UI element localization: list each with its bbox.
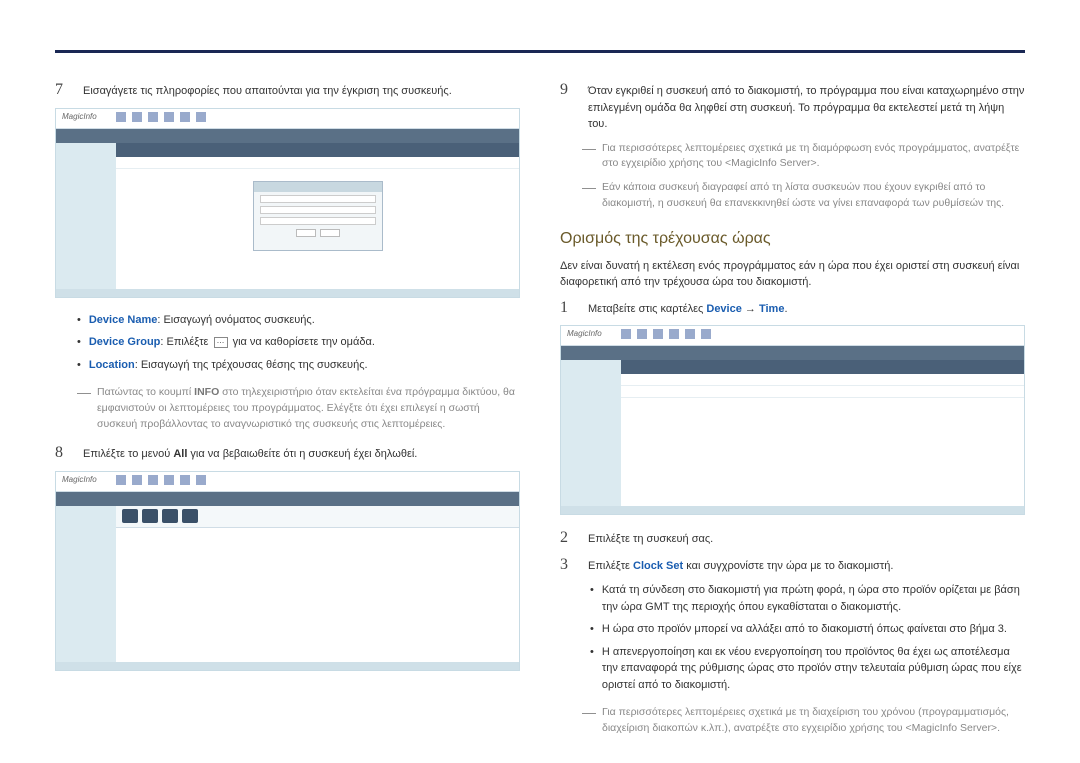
right-column: 9 Όταν εγκριθεί η συσκευή από το διακομι…: [560, 81, 1025, 749]
step1-link-device: Device: [706, 303, 741, 315]
step-number: 7: [55, 81, 73, 100]
screenshot-device-list: MagicInfo: [55, 471, 520, 671]
step8-post: για να βεβαιωθείτε ότι η συσκευή έχει δη…: [187, 448, 417, 460]
step1-arrow: →: [742, 303, 759, 315]
sub-bullet-3-text: Η απενεργοποίηση και εκ νέου ενεργοποίησ…: [602, 644, 1025, 694]
note-info-button: ― Πατώντας το κουμπί INFO στο τηλεχειρισ…: [77, 385, 520, 432]
step-number: 1: [560, 299, 578, 318]
two-column-layout: 7 Εισαγάγετε τις πληροφορίες που απαιτού…: [55, 81, 1025, 749]
step1-link-time: Time: [759, 303, 784, 315]
step8-bold: All: [173, 448, 187, 460]
location-text: : Εισαγωγή της τρέχουσας θέσης της συσκε…: [135, 359, 368, 371]
bullet-device-name: • Device Name: Εισαγωγή ονόματος συσκευή…: [77, 312, 520, 329]
device-name-label: Device Name: [89, 314, 158, 326]
field-bullets: • Device Name: Εισαγωγή ονόματος συσκευή…: [55, 312, 520, 374]
intro-para: Δεν είναι δυνατή η εκτέλεση ενός προγράμ…: [560, 258, 1025, 291]
step-2: 2 Επιλέξτε τη συσκευή σας.: [560, 529, 1025, 548]
note-dash-icon: ―: [77, 385, 91, 432]
bullet-dot-icon: •: [77, 357, 81, 374]
note-dash-icon: ―: [582, 705, 596, 737]
sub-bullet-2: • Η ώρα στο προϊόν μπορεί να αλλάξει από…: [590, 621, 1025, 638]
step-7: 7 Εισαγάγετε τις πληροφορίες που απαιτού…: [55, 81, 520, 100]
bullet-location: • Location: Εισαγωγή της τρέχουσας θέσης…: [77, 357, 520, 374]
sub-bullets: • Κατά τη σύνδεση στο διακομιστή για πρώ…: [560, 582, 1025, 693]
bullet-device-group: • Device Group: Επιλέξτε για να καθορίσε…: [77, 334, 520, 351]
step-1: 1 Μεταβείτε στις καρτέλες Device → Time.: [560, 299, 1025, 318]
bullet-dot-icon: •: [590, 582, 594, 615]
step9-text: Όταν εγκριθεί η συσκευή από το διακομιστ…: [588, 81, 1025, 133]
device-group-label: Device Group: [89, 336, 161, 348]
note-program-config: ― Για περισσότερες λεπτομέρειες σχετικά …: [582, 141, 1025, 173]
step3-pre: Επιλέξτε: [588, 560, 633, 572]
note-dash-icon: ―: [582, 180, 596, 212]
screenshot-device-time: MagicInfo: [560, 325, 1025, 515]
step-3: 3 Επιλέξτε Clock Set και συγχρονίστε την…: [560, 556, 1025, 575]
note-time-management: ― Για περισσότερες λεπτομέρειες σχετικά …: [582, 705, 1025, 737]
step-number: 2: [560, 529, 578, 548]
step3-bold: Clock Set: [633, 560, 683, 572]
step-text: Εισαγάγετε τις πληροφορίες που απαιτούντ…: [83, 81, 452, 100]
location-label: Location: [89, 359, 135, 371]
bullet-dot-icon: •: [590, 621, 594, 638]
sub-bullet-1: • Κατά τη σύνδεση στο διακομιστή για πρώ…: [590, 582, 1025, 615]
sub-bullet-1-text: Κατά τη σύνδεση στο διακομιστή για πρώτη…: [602, 582, 1025, 615]
note4-text: Για περισσότερες λεπτομέρειες σχετικά με…: [602, 705, 1025, 737]
note-bold: INFO: [194, 386, 219, 398]
step2-text: Επιλέξτε τη συσκευή σας.: [588, 529, 713, 548]
note-text: Εάν κάποια συσκευή διαγραφεί από τη λίστ…: [602, 180, 1025, 212]
sub-bullet-2-text: Η ώρα στο προϊόν μπορεί να αλλάξει από τ…: [602, 621, 1007, 638]
section-heading-set-time: Ορισμός της τρέχουσας ώρας: [560, 230, 1025, 248]
step-8: 8 Επιλέξτε το μενού All για να βεβαιωθεί…: [55, 444, 520, 463]
note-pre: Πατώντας το κουμπί: [97, 386, 194, 398]
bullet-dot-icon: •: [77, 334, 81, 351]
step-number: 3: [560, 556, 578, 575]
step3-post: και συγχρονίστε την ώρα με το διακομιστή…: [683, 560, 893, 572]
browse-button-icon: [214, 337, 228, 348]
screenshot-approval-dialog: MagicInfo: [55, 108, 520, 298]
step1-pre: Μεταβείτε στις καρτέλες: [588, 303, 706, 315]
step8-pre: Επιλέξτε το μενού: [83, 448, 173, 460]
top-rule: [55, 50, 1025, 53]
device-group-text2: για να καθορίσετε την ομάδα.: [230, 336, 375, 348]
sub-bullet-3: • Η απενεργοποίηση και εκ νέου ενεργοποί…: [590, 644, 1025, 694]
step-number: 9: [560, 81, 578, 133]
note-dash-icon: ―: [582, 141, 596, 173]
bullet-dot-icon: •: [590, 644, 594, 694]
left-column: 7 Εισαγάγετε τις πληροφορίες που απαιτού…: [55, 81, 520, 749]
bullet-dot-icon: •: [77, 312, 81, 329]
note-text: Για περισσότερες λεπτομέρειες σχετικά με…: [602, 141, 1025, 173]
step1-post: .: [784, 303, 787, 315]
note-device-delete: ― Εάν κάποια συσκευή διαγραφεί από τη λί…: [582, 180, 1025, 212]
device-name-text: : Εισαγωγή ονόματος συσκευής.: [157, 314, 314, 326]
device-group-text1: : Επιλέξτε: [160, 336, 211, 348]
step-9: 9 Όταν εγκριθεί η συσκευή από το διακομι…: [560, 81, 1025, 133]
step-number: 8: [55, 444, 73, 463]
